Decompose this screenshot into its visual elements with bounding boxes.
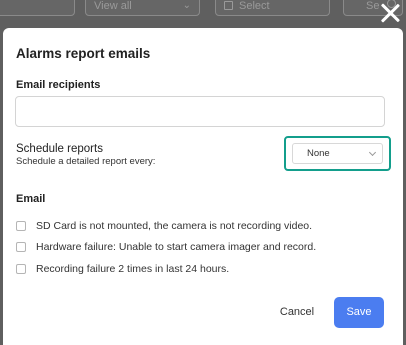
chevron-down-icon <box>368 148 377 157</box>
email-recipients-input[interactable] <box>15 96 385 127</box>
background-dropdown <box>0 0 75 16</box>
cancel-button[interactable]: Cancel <box>271 298 323 326</box>
background-date-placeholder: Select <box>239 0 270 12</box>
schedule-selected-value: None <box>307 148 330 159</box>
background-filter-dropdown: View all ⌄ <box>85 0 200 16</box>
option-recording-failure[interactable]: Recording failure 2 times in last 24 hou… <box>16 263 386 277</box>
email-recipients-label: Email recipients <box>16 79 101 91</box>
schedule-frequency-select[interactable]: None <box>292 143 383 164</box>
schedule-select-highlight: None <box>284 136 391 171</box>
chevron-down-icon: ⌄ <box>182 0 191 11</box>
alarms-report-modal: Alarms report emails Email recipients Sc… <box>3 28 403 345</box>
close-icon[interactable] <box>379 2 401 24</box>
schedule-reports-title: Schedule reports <box>16 143 103 155</box>
option-sd-card[interactable]: SD Card is not mounted, the camera is no… <box>16 220 386 234</box>
option-sd-card-label: SD Card is not mounted, the camera is no… <box>36 220 313 232</box>
schedule-reports-subtitle: Schedule a detailed report every: <box>16 156 156 167</box>
option-hardware-failure[interactable]: Hardware failure: Unable to start camera… <box>16 241 386 255</box>
background-search-placeholder: Se <box>366 0 380 12</box>
checkbox-recording-failure[interactable] <box>16 264 26 274</box>
save-button[interactable]: Save <box>334 297 384 328</box>
modal-title: Alarms report emails <box>16 46 151 61</box>
calendar-icon <box>224 1 233 10</box>
option-recording-failure-label: Recording failure 2 times in last 24 hou… <box>36 263 230 275</box>
background-filter-value: View all <box>94 0 132 12</box>
option-hardware-failure-label: Hardware failure: Unable to start camera… <box>36 241 317 253</box>
background-date-picker: Select <box>215 0 330 16</box>
background-toolbar: View all ⌄ Select Se <box>0 0 406 20</box>
email-section-label: Email <box>16 193 46 205</box>
checkbox-sd-card[interactable] <box>16 221 26 231</box>
checkbox-hardware-failure[interactable] <box>16 242 26 252</box>
